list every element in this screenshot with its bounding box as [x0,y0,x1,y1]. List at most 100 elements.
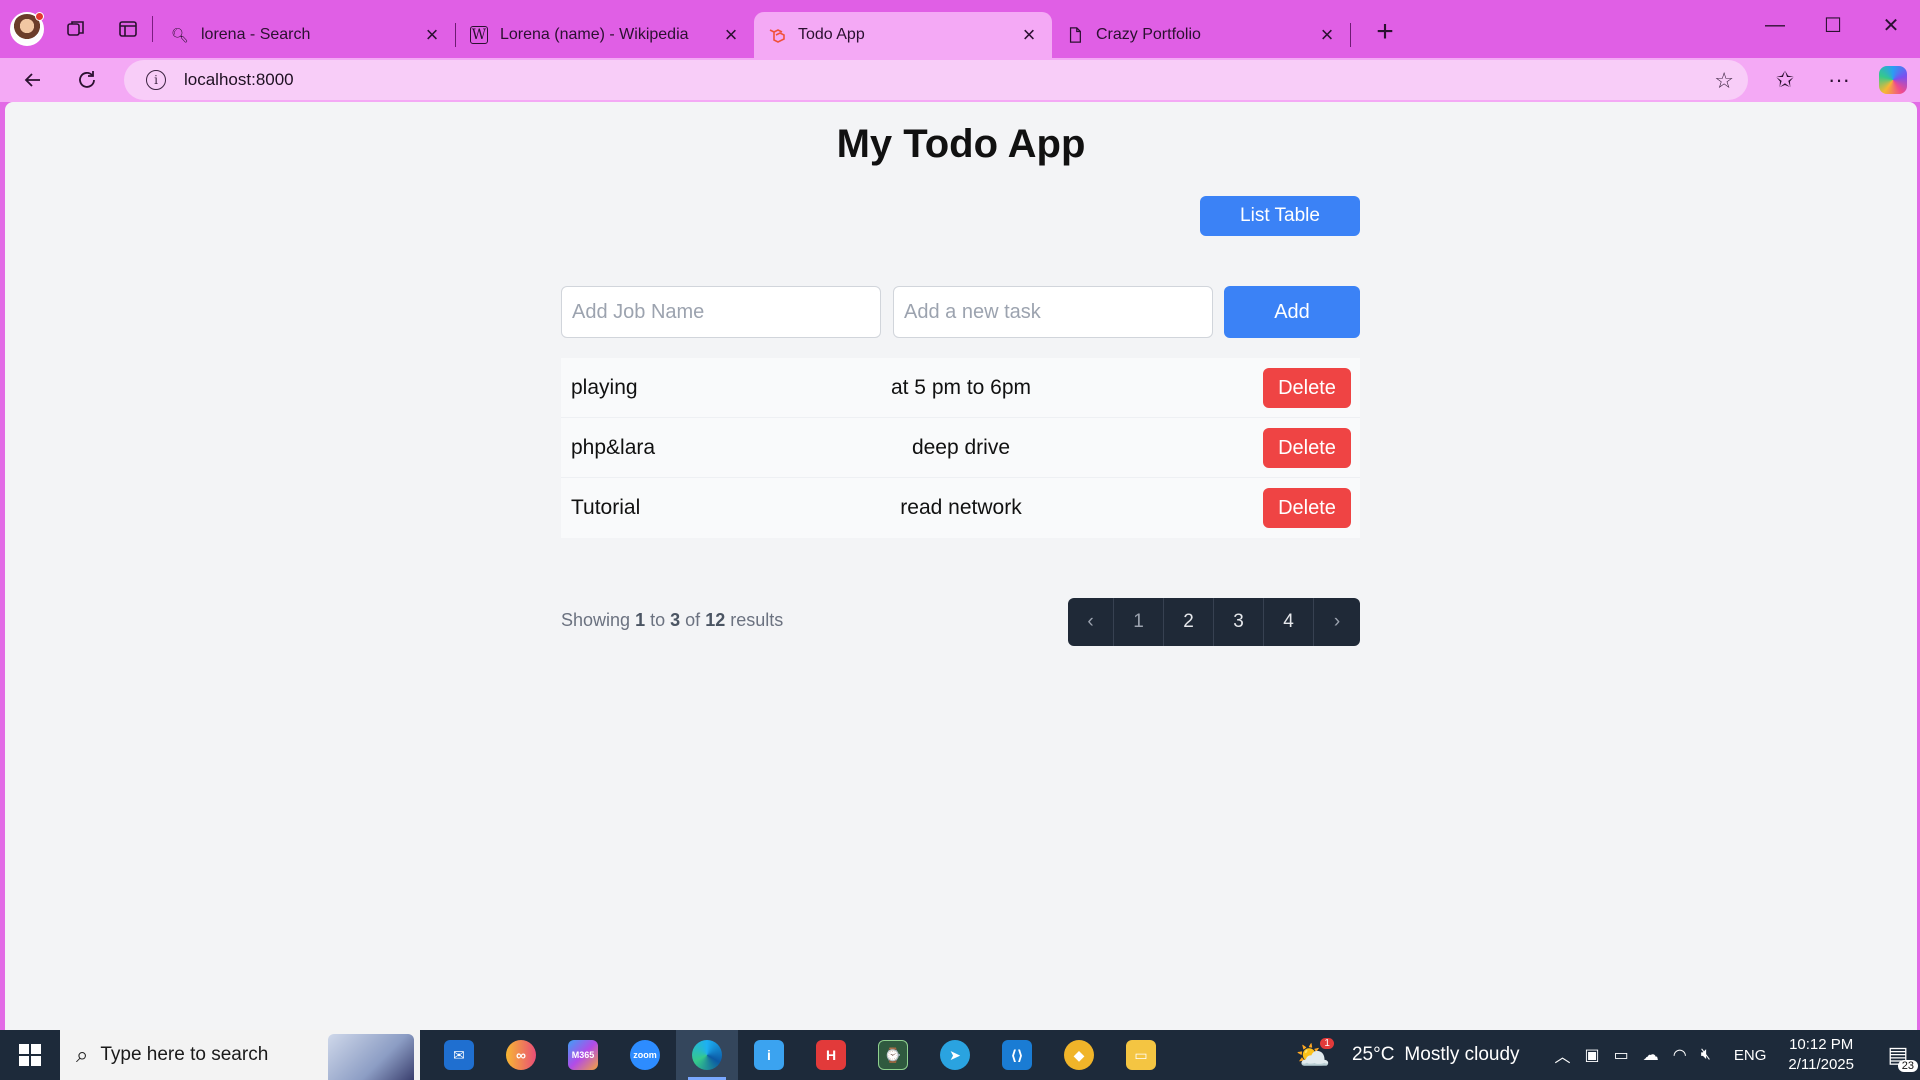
maximize-icon[interactable]: ☐ [1804,0,1862,50]
close-icon[interactable]: × [720,22,742,47]
close-icon[interactable]: × [1018,22,1040,47]
results-to: 3 [670,610,681,630]
minimize-icon[interactable]: — [1746,0,1804,50]
clock-date: 2/11/2025 [1788,1056,1854,1073]
page-link-2[interactable]: 2 [1164,598,1214,646]
vscode-icon[interactable]: ⟨⟩ [986,1030,1048,1080]
task-manager-icon[interactable]: ⌚ [862,1030,924,1080]
taskbar-search[interactable]: ⌕ Type here to search [60,1030,420,1080]
edge-icon[interactable] [676,1030,738,1080]
new-tab-plus-icon[interactable]: + [1365,12,1405,52]
task-input[interactable] [893,286,1213,338]
todo-row: php&lara deep drive Delete [561,418,1360,478]
page-title: My Todo App [836,122,1086,166]
zoom-icon[interactable]: zoom [614,1030,676,1080]
weather-widget[interactable]: ⛅ 1 25°C Mostly cloudy [1296,1037,1520,1072]
notification-center-icon[interactable]: ▤ 23 [1876,1030,1920,1080]
next-page-chevron-icon[interactable]: › [1314,598,1360,646]
weather-badge: 1 [1320,1037,1334,1049]
pagination: ‹ 1 2 3 4 › [1068,598,1360,646]
chevron-up-icon[interactable]: ︿ [1555,1043,1571,1067]
tab-wikipedia[interactable]: W Lorena (name) - Wikipedia × [456,12,754,58]
notepad-icon[interactable]: i [738,1030,800,1080]
windows-taskbar: ⌕ Type here to search ✉ ∞ M365 zoom i H … [0,1030,1920,1080]
weather-condition: Mostly cloudy [1404,1044,1520,1065]
battery-icon[interactable]: ▭ [1614,1045,1629,1065]
search-highlight-illustration [328,1034,414,1080]
close-window-icon[interactable]: ✕ [1862,0,1920,50]
prev-page-chevron-icon[interactable]: ‹ [1068,598,1114,646]
add-button[interactable]: Add [1224,286,1360,338]
more-options-icon[interactable]: ··· [1812,60,1866,100]
wikipedia-icon: W [470,26,488,44]
tray-icons: ︿ ▣ ▭ ☁ ◠ 🔇︎ [1548,1043,1718,1067]
delete-button[interactable]: Delete [1263,368,1351,408]
meta-icon[interactable]: ∞ [490,1030,552,1080]
m365-icon[interactable]: M365 [552,1030,614,1080]
window-controls: — ☐ ✕ [1746,0,1920,50]
document-icon [1066,26,1084,44]
delete-button[interactable]: Delete [1263,428,1351,468]
todo-task-text: deep drive [911,435,1011,459]
wifi-icon[interactable]: ◠ [1673,1045,1687,1065]
meet-now-icon[interactable]: ▣ [1585,1045,1600,1065]
profile-avatar[interactable] [10,12,44,46]
url-text[interactable]: localhost:8000 [184,70,294,90]
vertical-tabs-icon[interactable] [108,9,148,49]
page-viewport: My Todo App List Table Add playing at 5 … [5,102,1917,1030]
browser-toolbar: i localhost:8000 ☆ ✩ ··· [0,58,1920,102]
system-clock[interactable]: 10:12 PM 2/11/2025 [1788,1035,1854,1075]
todo-list: playing at 5 pm to 6pm Delete php&lara d… [561,358,1360,538]
close-icon[interactable]: × [1316,22,1338,47]
results-total: 12 [705,610,726,630]
address-bar[interactable]: i localhost:8000 ☆ [124,60,1748,100]
back-arrow-icon[interactable] [12,61,54,99]
tab-title: lorena - Search [201,26,311,43]
page-link-1[interactable]: 1 [1114,598,1164,646]
close-icon[interactable]: × [421,22,443,47]
tab-title: Crazy Portfolio [1096,26,1201,43]
workspaces-icon[interactable] [56,9,96,49]
taskbar-search-placeholder: Type here to search [100,1044,269,1065]
tab-strip-left [0,0,157,58]
favorites-icon[interactable]: ✩ [1758,60,1812,100]
file-explorer-icon[interactable]: ▭ [1110,1030,1172,1080]
start-button[interactable] [0,1030,60,1080]
tab-todo-app[interactable]: Todo App × [754,12,1052,58]
todo-row: playing at 5 pm to 6pm Delete [561,358,1360,418]
refresh-icon[interactable] [66,61,108,99]
dino-icon[interactable]: ◆ [1048,1030,1110,1080]
results-of-word: of [685,610,701,630]
profile-notification-dot [35,12,44,21]
system-tray: ⛅ 1 25°C Mostly cloudy ︿ ▣ ▭ ☁ ◠ 🔇︎ ENG … [1296,1030,1920,1080]
job-name-input[interactable] [561,286,881,338]
toolbar-right: ✩ ··· [1758,58,1920,102]
list-table-button[interactable]: List Table [1200,196,1360,236]
h-icon[interactable]: H [800,1030,862,1080]
volume-muted-icon[interactable]: 🔇︎ [1701,1046,1711,1064]
delete-button[interactable]: Delete [1263,488,1351,528]
site-info-icon[interactable]: i [146,70,166,90]
weather-temperature: 25°C [1351,1044,1395,1065]
tab-title: Todo App [798,26,865,43]
mail-icon[interactable]: ✉ [428,1030,490,1080]
results-prefix: Showing [561,610,631,630]
results-from: 1 [635,610,646,630]
pinned-apps: ✉ ∞ M365 zoom i H ⌚ ➤ ⟨⟩ ◆ ▭ [428,1030,1172,1080]
copilot-icon[interactable] [1866,60,1920,100]
tab-list: 🔍︎ lorena - Search × W Lorena (name) - W… [157,0,1405,58]
todo-job-name: playing [571,375,638,399]
tab-title: Lorena (name) - Wikipedia [500,26,689,43]
todo-row: Tutorial read network Delete [561,478,1360,538]
tab-lorena-search[interactable]: 🔍︎ lorena - Search × [157,12,455,58]
input-language[interactable]: ENG [1734,1047,1767,1064]
page-link-4[interactable]: 4 [1264,598,1314,646]
clock-time: 10:12 PM [1789,1036,1854,1053]
favorite-star-icon[interactable]: ☆ [1714,68,1734,94]
page-link-3[interactable]: 3 [1214,598,1264,646]
todo-job-name: php&lara [571,435,656,459]
telegram-icon[interactable]: ➤ [924,1030,986,1080]
tab-crazy-portfolio[interactable]: Crazy Portfolio × [1052,12,1350,58]
onedrive-icon[interactable]: ☁ [1643,1045,1659,1065]
results-summary: Showing 1 to 3 of 12 results [561,610,783,631]
